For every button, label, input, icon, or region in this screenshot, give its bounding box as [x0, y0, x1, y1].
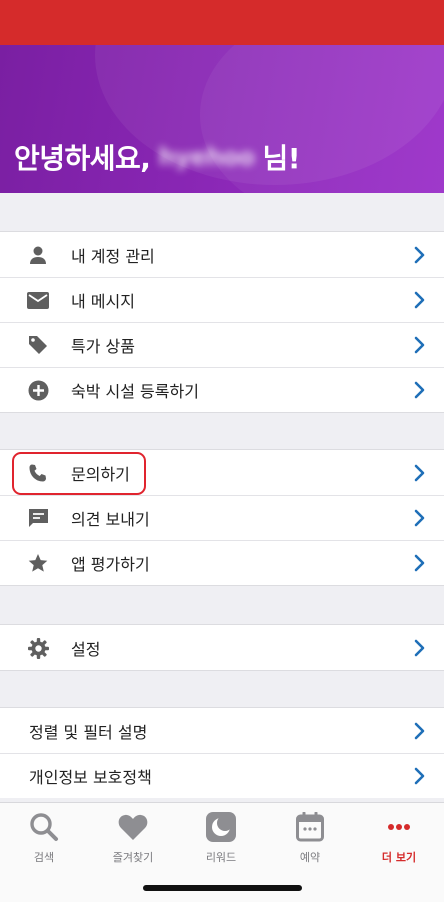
- greeting-text: 안녕하세요, hyehoo 님!: [14, 137, 301, 177]
- tab-label: 예약: [299, 851, 321, 864]
- account-menu-group: 내 계정 관리 내 메시지 특가 상품 숙박 시설 등록하기: [0, 231, 444, 413]
- menu-item-my-messages[interactable]: 내 메시지: [0, 277, 444, 322]
- menu-item-label: 내 계정 관리: [71, 246, 155, 266]
- plus-circle-icon: [26, 379, 50, 401]
- chevron-right-icon: [414, 291, 425, 309]
- menu-item-label: 정렬 및 필터 설명: [29, 722, 148, 742]
- menu-item-register-property[interactable]: 숙박 시설 등록하기: [0, 367, 444, 412]
- heart-icon: [93, 811, 173, 843]
- tab-favorites[interactable]: 즐겨찾기: [93, 811, 173, 865]
- menu-item-my-account[interactable]: 내 계정 관리: [0, 232, 444, 277]
- menu-item-deals[interactable]: 특가 상품: [0, 322, 444, 367]
- home-indicator[interactable]: [143, 885, 302, 891]
- tab-label: 더 보기: [381, 851, 417, 864]
- chevron-right-icon: [414, 639, 425, 657]
- chevron-right-icon: [414, 336, 425, 354]
- moon-icon: [181, 811, 261, 843]
- status-bar: [0, 0, 444, 45]
- menu-item-label: 특가 상품: [71, 336, 135, 356]
- highlight-annotation: [12, 452, 146, 495]
- chevron-right-icon: [414, 464, 425, 482]
- greeting-suffix: 님!: [262, 142, 301, 175]
- user-name: hyehoo: [158, 143, 255, 171]
- tab-label: 즐겨찾기: [112, 851, 154, 864]
- chevron-right-icon: [414, 722, 425, 740]
- menu-item-label: 개인정보 보호정책: [29, 767, 152, 787]
- menu-item-label: 앱 평가하기: [71, 554, 150, 574]
- chevron-right-icon: [414, 509, 425, 527]
- menu-item-privacy-policy[interactable]: 개인정보 보호정책: [0, 753, 444, 798]
- greeting-header: 안녕하세요, hyehoo 님!: [0, 45, 444, 193]
- menu-item-label: 설정: [71, 639, 101, 659]
- chevron-right-icon: [414, 767, 425, 785]
- more-icon: [359, 811, 439, 843]
- menu-content: 내 계정 관리 내 메시지 특가 상품 숙박 시설 등록하기 문의하기 의견 보…: [0, 193, 444, 802]
- tab-label: 리워드: [205, 851, 237, 864]
- mail-icon: [26, 289, 50, 311]
- menu-item-label: 의견 보내기: [71, 509, 150, 529]
- menu-item-rate-app[interactable]: 앱 평가하기: [0, 540, 444, 585]
- search-icon: [4, 811, 84, 843]
- chevron-right-icon: [414, 246, 425, 264]
- menu-item-sort-filter-guide[interactable]: 정렬 및 필터 설명: [0, 708, 444, 753]
- feedback-icon: [26, 507, 50, 529]
- menu-item-label: 내 메시지: [71, 291, 135, 311]
- chevron-right-icon: [414, 554, 425, 572]
- greeting-prefix: 안녕하세요,: [14, 142, 151, 175]
- tab-label: 검색: [33, 851, 55, 864]
- settings-menu-group: 설정: [0, 624, 444, 671]
- calendar-icon: [270, 811, 350, 843]
- gear-icon: [26, 637, 50, 659]
- menu-item-label: 숙박 시설 등록하기: [71, 381, 199, 401]
- tab-search[interactable]: 검색: [4, 811, 84, 865]
- tab-rewards[interactable]: 리워드: [181, 811, 261, 865]
- tab-more[interactable]: 더 보기: [359, 811, 439, 865]
- chevron-right-icon: [414, 381, 425, 399]
- tag-icon: [26, 334, 50, 356]
- info-menu-group: 정렬 및 필터 설명 개인정보 보호정책: [0, 707, 444, 798]
- menu-item-settings[interactable]: 설정: [0, 625, 444, 670]
- person-icon: [26, 244, 50, 266]
- star-icon: [26, 552, 50, 574]
- tab-bookings[interactable]: 예약: [270, 811, 350, 865]
- menu-item-send-feedback[interactable]: 의견 보내기: [0, 495, 444, 540]
